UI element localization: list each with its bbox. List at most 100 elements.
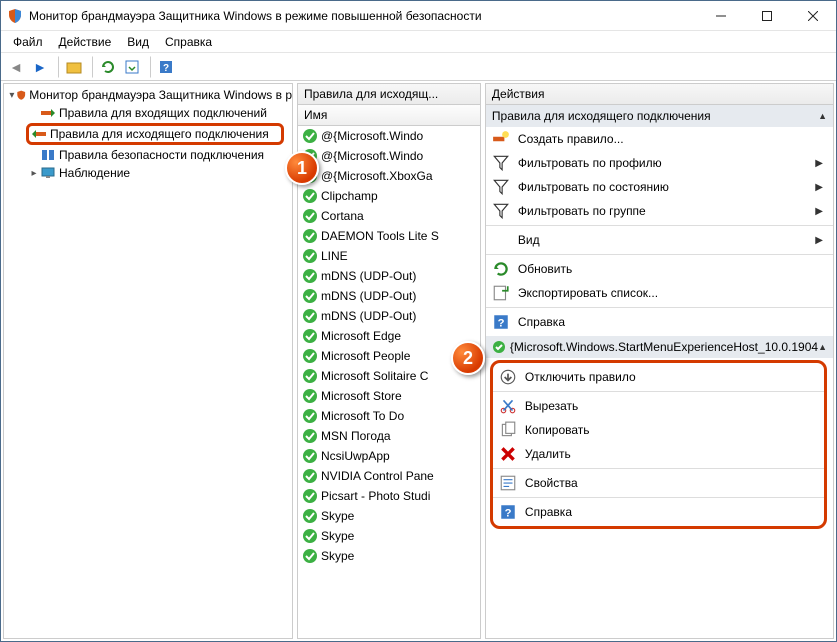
rule-row[interactable]: @{Microsoft.XboxGa xyxy=(298,166,480,186)
export-icon xyxy=(492,284,510,302)
menu-file[interactable]: Файл xyxy=(5,33,51,51)
forward-button[interactable]: ► xyxy=(29,56,51,78)
tree-monitoring[interactable]: ▸ Наблюдение xyxy=(4,164,292,182)
rule-row[interactable]: DAEMON Tools Lite S xyxy=(298,226,480,246)
action-filter-profile[interactable]: Фильтровать по профилю ▶ xyxy=(486,151,833,175)
actions-section-label: {Microsoft.Windows.StartMenuExperienceHo… xyxy=(510,340,818,354)
rule-row[interactable]: Microsoft Solitaire C xyxy=(298,366,480,386)
rule-row[interactable]: MSN Погода xyxy=(298,426,480,446)
funnel-icon xyxy=(492,202,510,220)
rule-row[interactable]: Skype xyxy=(298,526,480,546)
rule-row[interactable]: mDNS (UDP-Out) xyxy=(298,306,480,326)
rule-name: @{Microsoft.XboxGa xyxy=(321,169,433,183)
rule-row[interactable]: @{Microsoft.Windo xyxy=(298,146,480,166)
rule-row[interactable]: Microsoft To Do xyxy=(298,406,480,426)
firewall-shield-icon xyxy=(7,8,23,24)
titlebar: Монитор брандмауэра Защитника Windows в … xyxy=(1,1,836,31)
expander-icon[interactable]: ▾ xyxy=(8,90,16,101)
rule-name: Skype xyxy=(321,529,354,543)
collapse-icon: ▲ xyxy=(818,111,827,121)
enabled-check-icon xyxy=(302,308,318,324)
action-export[interactable]: Экспортировать список... xyxy=(486,281,833,305)
column-header-name[interactable]: Имя xyxy=(298,105,480,126)
rule-row[interactable]: mDNS (UDP-Out) xyxy=(298,266,480,286)
rule-name: Microsoft To Do xyxy=(321,409,404,423)
menu-help[interactable]: Справка xyxy=(157,33,220,51)
scissors-icon xyxy=(499,397,517,415)
rule-row[interactable]: mDNS (UDP-Out) xyxy=(298,286,480,306)
submenu-arrow-icon: ▶ xyxy=(815,158,823,169)
rule-row[interactable]: Skype xyxy=(298,506,480,526)
action-properties[interactable]: Свойства xyxy=(493,471,824,495)
action-refresh[interactable]: Обновить xyxy=(486,257,833,281)
export-icon[interactable] xyxy=(121,56,143,78)
toolbar-folder-icon[interactable] xyxy=(63,56,85,78)
rule-row[interactable]: Skype xyxy=(298,546,480,566)
monitoring-icon xyxy=(40,165,56,181)
back-button[interactable]: ◄ xyxy=(5,56,27,78)
rules-list[interactable]: @{Microsoft.Windo@{Microsoft.Windo @{Micr… xyxy=(298,126,480,638)
rule-row[interactable]: @{Microsoft.Windo xyxy=(298,126,480,146)
action-create-rule[interactable]: Создать правило... xyxy=(486,127,833,151)
enabled-check-icon xyxy=(302,128,318,144)
enabled-check-icon xyxy=(302,208,318,224)
enabled-check-icon xyxy=(302,428,318,444)
rule-row[interactable]: LINE xyxy=(298,246,480,266)
rule-row[interactable]: Clipchamp xyxy=(298,186,480,206)
action-label: Свойства xyxy=(525,476,578,490)
rule-row[interactable]: NcsiUwpApp xyxy=(298,446,480,466)
submenu-arrow-icon: ▶ xyxy=(815,235,823,246)
rule-name: Microsoft Store xyxy=(321,389,402,403)
tree-connection-security[interactable]: Правила безопасности подключения xyxy=(4,146,292,164)
action-label: Фильтровать по профилю xyxy=(518,156,662,170)
expander-icon[interactable]: ▸ xyxy=(28,168,40,179)
enabled-check-icon xyxy=(302,368,318,384)
menu-action[interactable]: Действие xyxy=(51,33,120,51)
enabled-check-icon xyxy=(302,288,318,304)
rule-name: NcsiUwpApp xyxy=(321,449,390,463)
enabled-check-icon xyxy=(302,548,318,564)
rule-row[interactable]: Cortana xyxy=(298,206,480,226)
tree-inbound-rules[interactable]: Правила для входящих подключений xyxy=(4,104,292,122)
enabled-check-icon xyxy=(302,448,318,464)
rule-row[interactable]: Microsoft Edge xyxy=(298,326,480,346)
rule-name: mDNS (UDP-Out) xyxy=(321,289,416,303)
enabled-check-icon xyxy=(302,228,318,244)
refresh-icon xyxy=(492,260,510,278)
action-cut[interactable]: Вырезать xyxy=(493,394,824,418)
action-help[interactable]: ? Справка xyxy=(493,500,824,524)
help-icon[interactable]: ? xyxy=(155,56,177,78)
actions-section-rule[interactable]: {Microsoft.Windows.StartMenuExperienceHo… xyxy=(486,336,833,358)
action-filter-state[interactable]: Фильтровать по состоянию ▶ xyxy=(486,175,833,199)
copy-icon xyxy=(499,421,517,439)
rule-row[interactable]: NVIDIA Control Pane xyxy=(298,466,480,486)
rule-row[interactable]: Microsoft Store xyxy=(298,386,480,406)
action-label: Экспортировать список... xyxy=(518,286,658,300)
actions-panel-header: Действия xyxy=(486,84,833,105)
action-delete[interactable]: Удалить xyxy=(493,442,824,466)
maximize-button[interactable] xyxy=(744,1,790,31)
enabled-check-icon xyxy=(302,528,318,544)
tree-item-label: Правила безопасности подключения xyxy=(59,148,264,162)
actions-section-outbound[interactable]: Правила для исходящего подключения ▲ xyxy=(486,105,833,127)
refresh-icon[interactable] xyxy=(97,56,119,78)
disable-icon xyxy=(499,368,517,386)
outbound-icon xyxy=(31,126,47,142)
action-view[interactable]: Вид ▶ xyxy=(486,228,833,252)
enabled-check-icon xyxy=(302,348,318,364)
rule-name: Clipchamp xyxy=(321,189,378,203)
action-filter-group[interactable]: Фильтровать по группе ▶ xyxy=(486,199,833,223)
minimize-button[interactable] xyxy=(698,1,744,31)
menu-view[interactable]: Вид xyxy=(119,33,157,51)
action-copy[interactable]: Копировать xyxy=(493,418,824,442)
close-button[interactable] xyxy=(790,1,836,31)
tree-outbound-rules[interactable]: Правила для исходящего подключения xyxy=(26,123,284,145)
action-help[interactable]: ? Справка xyxy=(486,310,833,334)
action-disable-rule[interactable]: Отключить правило xyxy=(493,365,824,389)
rule-row[interactable]: Picsart - Photo Studi xyxy=(298,486,480,506)
action-label: Вид xyxy=(518,233,540,247)
action-label: Вырезать xyxy=(525,399,578,413)
tree-root-item[interactable]: ▾ Монитор брандмауэра Защитника Windows … xyxy=(4,86,292,104)
actions-panel: Действия Правила для исходящего подключе… xyxy=(485,83,834,639)
connsec-icon xyxy=(40,147,56,163)
